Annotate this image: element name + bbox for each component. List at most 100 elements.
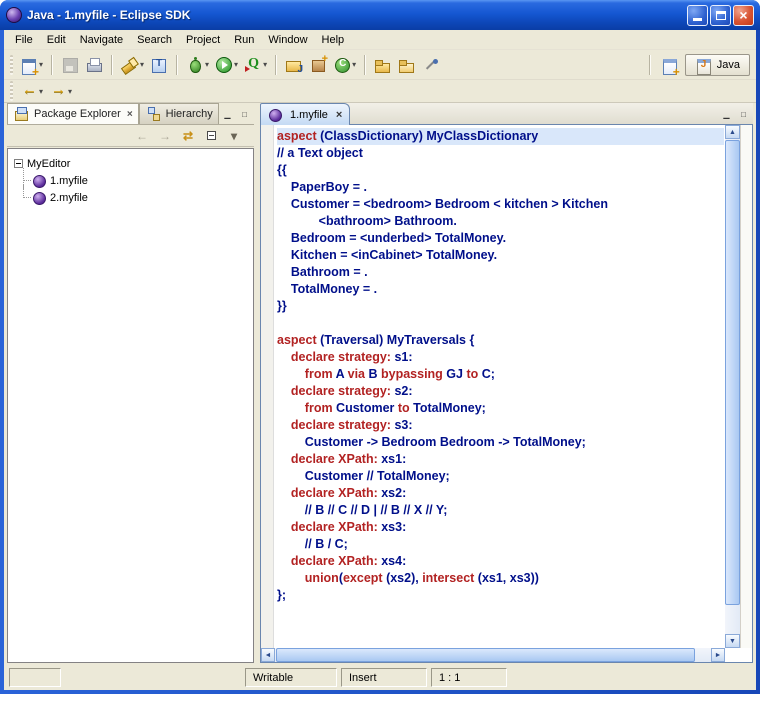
- toolbar-grip[interactable]: [10, 81, 13, 101]
- tab-label: Package Explorer: [34, 108, 121, 120]
- code-line: declare XPath: xs4:: [277, 553, 724, 570]
- minimize-button[interactable]: [687, 5, 708, 26]
- back-icon: ←: [136, 129, 148, 143]
- menu-item-help[interactable]: Help: [315, 31, 352, 49]
- close-button[interactable]: ×: [733, 5, 754, 26]
- dropdown-arrow-icon[interactable]: ▾: [234, 60, 238, 69]
- code-line: [277, 315, 724, 332]
- status-cursor-position: 1 : 1: [431, 668, 507, 687]
- scroll-left-icon[interactable]: ◄: [261, 648, 275, 662]
- tree-item-2myfile[interactable]: 2.myfile: [8, 189, 253, 206]
- code-line: declare XPath: xs2:: [277, 485, 724, 502]
- link-with-editor-button[interactable]: ⇄: [178, 127, 198, 145]
- view-tab-bar: Package Explorer × Hierarchy ▁ □: [7, 103, 254, 125]
- close-view-icon[interactable]: ×: [127, 109, 133, 120]
- debug-button[interactable]: ▾: [184, 53, 211, 77]
- print-button[interactable]: [83, 53, 105, 77]
- project-tree: MyEditor 1.myfile 2.myfile: [7, 148, 254, 663]
- new-package-icon: [309, 56, 327, 74]
- pin-icon: [422, 56, 440, 74]
- code-line: declare XPath: xs3:: [277, 519, 724, 536]
- package-explorer-icon: [13, 105, 31, 123]
- print-icon: [85, 56, 103, 74]
- collapse-all-button[interactable]: [201, 127, 221, 145]
- dropdown-arrow-icon[interactable]: ▾: [263, 60, 267, 69]
- new-class-button[interactable]: ▾: [331, 53, 358, 77]
- code-line: // B / C;: [277, 536, 724, 553]
- scroll-up-icon[interactable]: ▲: [725, 125, 740, 139]
- menu-item-edit[interactable]: Edit: [40, 31, 73, 49]
- tree-item-1myfile[interactable]: 1.myfile: [8, 172, 253, 189]
- vertical-scrollbar[interactable]: ▲ ▼: [725, 125, 740, 648]
- status-writable: Writable: [245, 668, 337, 687]
- maximize-editor-button[interactable]: □: [736, 107, 751, 121]
- horizontal-scroll-track[interactable]: [275, 648, 711, 662]
- back-button[interactable]: ▾: [18, 79, 45, 103]
- new-class-icon: [333, 56, 351, 74]
- tab-label: Hierarchy: [166, 108, 213, 120]
- dropdown-arrow-icon[interactable]: ▾: [352, 60, 356, 69]
- code-line: Customer -> Bedroom Bedroom -> TotalMone…: [277, 434, 724, 451]
- forward-button[interactable]: ▾: [47, 79, 74, 103]
- scroll-right-icon[interactable]: ►: [711, 648, 725, 662]
- new-package-button[interactable]: [307, 53, 329, 77]
- horizontal-scroll-thumb[interactable]: [276, 648, 695, 662]
- code-line: // a Text object: [277, 145, 724, 162]
- maximize-button[interactable]: [710, 5, 731, 26]
- horizontal-scrollbar[interactable]: ◄ ►: [261, 648, 725, 662]
- view-menu-button[interactable]: ▾: [224, 127, 244, 145]
- search-icon: [121, 56, 139, 74]
- code-area[interactable]: aspect (ClassDictionary) MyClassDictiona…: [277, 128, 724, 646]
- minimize-view-button[interactable]: ▁: [220, 107, 235, 121]
- open-perspective-button[interactable]: [659, 53, 681, 77]
- chevron-down-icon: ▾: [231, 129, 237, 143]
- scroll-down-icon[interactable]: ▼: [725, 634, 740, 648]
- external-tools-button[interactable]: ▾: [242, 53, 269, 77]
- client-area: FileEditNavigateSearchProjectRunWindowHe…: [4, 30, 756, 690]
- new-wizard-button[interactable]: ▾: [18, 53, 45, 77]
- dropdown-arrow-icon[interactable]: ▾: [39, 60, 43, 69]
- run-button[interactable]: ▾: [213, 53, 240, 77]
- menu-item-navigate[interactable]: Navigate: [73, 31, 130, 49]
- status-insert-mode: Insert: [341, 668, 427, 687]
- tab-package-explorer[interactable]: Package Explorer ×: [7, 103, 139, 124]
- external-tools-icon: [244, 56, 262, 74]
- maximize-view-button[interactable]: □: [237, 107, 252, 121]
- navigation-toolbar: ▾▾: [4, 80, 756, 103]
- toolbar-grip[interactable]: [10, 55, 13, 75]
- java-perspective-button[interactable]: Java: [685, 54, 750, 76]
- menu-bar: FileEditNavigateSearchProjectRunWindowHe…: [4, 30, 756, 50]
- menu-item-window[interactable]: Window: [261, 31, 314, 49]
- menu-item-run[interactable]: Run: [227, 31, 261, 49]
- minimize-editor-button[interactable]: ▁: [719, 107, 734, 121]
- dropdown-arrow-icon[interactable]: ▾: [205, 60, 209, 69]
- code-line: Customer = <bedroom> Bedroom < kitchen >…: [277, 196, 724, 213]
- menu-item-search[interactable]: Search: [130, 31, 179, 49]
- expander-minus-icon[interactable]: [14, 159, 23, 168]
- open-resource-icon: [374, 56, 392, 74]
- vertical-scroll-track[interactable]: [725, 139, 740, 634]
- new-java-project-button[interactable]: [283, 53, 305, 77]
- open-resource-button[interactable]: [372, 53, 394, 77]
- tab-editor-1myfile[interactable]: 1.myfile ×: [260, 103, 350, 125]
- menu-item-file[interactable]: File: [8, 31, 40, 49]
- dropdown-arrow-icon[interactable]: ▾: [68, 87, 72, 96]
- open-folder-button[interactable]: [396, 53, 418, 77]
- search-button[interactable]: ▾: [119, 53, 146, 77]
- menu-item-project[interactable]: Project: [179, 31, 227, 49]
- tree-item-label: 1.myfile: [50, 175, 88, 187]
- myfile-icon: [268, 107, 282, 122]
- tab-hierarchy[interactable]: Hierarchy: [139, 103, 219, 124]
- tree-item-myeditor[interactable]: MyEditor: [8, 155, 253, 172]
- pin-button[interactable]: [420, 53, 442, 77]
- dropdown-arrow-icon[interactable]: ▾: [140, 60, 144, 69]
- dropdown-arrow-icon[interactable]: ▾: [39, 87, 43, 96]
- code-line: union(except (xs2), intersect (xs1, xs3)…: [277, 570, 724, 587]
- tree-connector: [18, 172, 32, 189]
- save-button: [59, 53, 81, 77]
- close-editor-tab-icon[interactable]: ×: [336, 109, 342, 121]
- title-bar[interactable]: Java - 1.myfile - Eclipse SDK ×: [0, 0, 760, 30]
- open-type-button[interactable]: [148, 53, 170, 77]
- toolbar-main-groups: ▾ ▾ ▾ ▾ ▾ ▾: [18, 53, 442, 77]
- vertical-scroll-thumb[interactable]: [725, 140, 740, 605]
